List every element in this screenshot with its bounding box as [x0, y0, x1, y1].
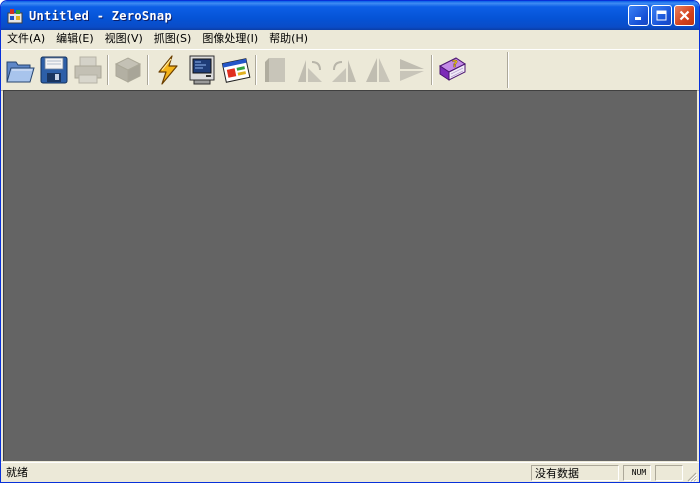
capture-screen-button[interactable] [185, 53, 219, 87]
toolbar-separator [107, 55, 109, 85]
menu-file[interactable]: 文件(A) [2, 30, 50, 48]
save-disk-icon [40, 56, 68, 84]
capture-window-button[interactable] [219, 53, 253, 87]
zerosnap-app-icon[interactable] [7, 8, 23, 24]
flip-vertical-button[interactable] [395, 53, 429, 87]
menu-view[interactable]: 视图(V) [100, 30, 148, 48]
print-icon [74, 56, 102, 84]
rotate-left-button[interactable] [293, 53, 327, 87]
maximize-button[interactable] [651, 5, 672, 26]
minimize-button[interactable] [628, 5, 649, 26]
close-button[interactable] [674, 5, 695, 26]
toolbar-buttons: ? [3, 52, 508, 88]
menu-bar: 文件(A) 编辑(E) 视图(V) 抓图(S) 图像处理(I) 帮助(H) [1, 30, 699, 48]
app-window: Untitled - ZeroSnap 文件(A) 编辑(E) 视图(V) 抓图… [0, 0, 700, 483]
screen-monitor-icon [189, 55, 215, 85]
crop-button[interactable] [259, 53, 293, 87]
status-data-info: 没有数据 [531, 465, 619, 481]
toolbar: ? [1, 49, 699, 91]
svg-text:?: ? [452, 59, 458, 70]
status-bar: 就绪 没有数据 NUM [1, 462, 699, 482]
rotate-right-button[interactable] [327, 53, 361, 87]
minimize-icon [635, 17, 641, 20]
rotate-left-icon [298, 60, 322, 82]
menu-image-processing[interactable]: 图像处理(I) [197, 30, 263, 48]
menu-edit[interactable]: 编辑(E) [51, 30, 99, 48]
flip-horizontal-button[interactable] [361, 53, 395, 87]
help-book-icon: ? [439, 57, 466, 81]
flip-horizontal-icon [366, 58, 390, 82]
window-capture-icon [221, 58, 251, 83]
caption-buttons [628, 5, 695, 26]
status-scroll-pane [655, 465, 683, 481]
crop-icon [265, 58, 285, 82]
flip-vertical-icon [400, 59, 424, 81]
open-button[interactable] [3, 53, 37, 87]
maximize-icon [656, 10, 667, 21]
menu-help[interactable]: 帮助(H) [264, 30, 313, 48]
menu-capture[interactable]: 抓图(S) [149, 30, 197, 48]
open-folder-icon [6, 61, 35, 83]
rotate-right-icon [332, 60, 356, 82]
help-button[interactable]: ? [435, 53, 469, 87]
status-message: 就绪 [6, 466, 28, 479]
resize-grip-icon[interactable] [685, 470, 697, 482]
copy-button[interactable] [111, 53, 145, 87]
save-button[interactable] [37, 53, 71, 87]
num-lock-indicator: NUM [631, 468, 647, 477]
lightning-capture-icon [158, 55, 178, 85]
toolbar-separator [147, 55, 149, 85]
copy-icon [114, 57, 142, 83]
image-canvas-area[interactable] [3, 90, 697, 461]
toolbar-separator [431, 55, 433, 85]
print-button[interactable] [71, 53, 105, 87]
toolbar-separator [255, 55, 257, 85]
title-bar[interactable]: Untitled - ZeroSnap [1, 1, 699, 30]
window-title: Untitled - ZeroSnap [29, 8, 172, 23]
capture-button[interactable] [151, 53, 185, 87]
close-icon [679, 10, 690, 21]
